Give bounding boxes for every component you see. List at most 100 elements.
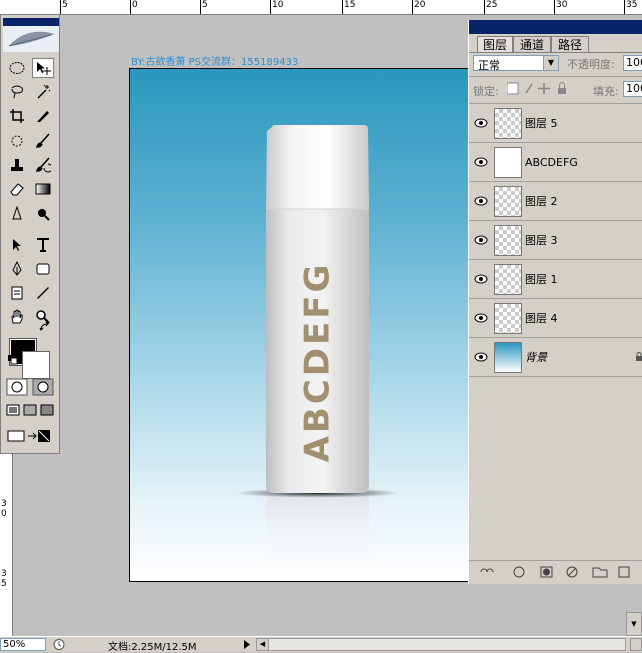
lock-transparency-icon [507,82,519,95]
layer-row[interactable]: 图层 3 [469,221,642,260]
eye-icon[interactable] [473,194,489,208]
quick-mask-toggle[interactable] [6,377,56,397]
swap-colors-icon[interactable] [39,321,51,333]
feather-logo-icon[interactable] [3,26,59,52]
new-layer-icon [618,566,630,578]
layer-thumbnail [494,147,522,178]
eye-icon[interactable] [473,272,489,286]
jump-to-imageready-button[interactable] [6,427,56,445]
status-menu-arrow-icon[interactable] [242,639,252,650]
lasso-icon [11,85,23,99]
eye-icon[interactable] [473,350,489,364]
healing-brush-tool[interactable] [6,131,28,151]
toolbox [0,14,60,454]
fill-input[interactable]: 100 [623,81,642,97]
slice-tool[interactable] [32,106,54,126]
lock-label: 锁定: [473,85,499,98]
marquee-tool[interactable] [6,58,28,78]
bottle-brand-text: ABCDEFG [297,261,338,463]
layer-thumbnail [494,264,522,295]
shape-icon [36,263,50,275]
gradient-tool[interactable] [32,179,54,199]
feather-icon [8,31,55,47]
layers-panel-titlebar[interactable] [469,20,642,34]
slice-icon [37,111,49,122]
ruler-label: 0 [1,509,7,519]
clock-icon [53,639,65,650]
move-icon [37,62,51,75]
magic-wand-tool[interactable] [32,82,54,102]
chevron-down-icon[interactable]: ▼ [543,56,558,70]
blend-mode-select[interactable]: 正常 ▼ [473,55,559,72]
eyedropper-icon [37,287,49,299]
brush-tool[interactable] [32,131,54,151]
pen-tool[interactable] [6,259,28,279]
link-layers-icon [480,568,494,573]
screen-mode-buttons[interactable] [6,402,56,420]
eye-icon[interactable] [473,233,489,247]
layer-thumbnail [494,108,522,139]
crop-tool[interactable] [6,106,28,126]
layer-actions-bar[interactable] [479,565,639,579]
type-icon [37,238,49,252]
ruler-label: 3 [1,499,7,509]
history-brush-tool[interactable] [32,155,54,175]
lasso-tool[interactable] [6,82,28,102]
lock-buttons[interactable] [507,82,571,96]
ruler-ticks [60,0,625,14]
dodge-tool[interactable] [32,204,54,224]
blend-mode-value: 正常 [478,59,500,72]
bottle-reflection [266,497,369,577]
shape-tool[interactable] [32,259,54,279]
layer-name: ABCDEFG [525,156,578,169]
lock-icon [636,352,642,361]
tab-paths[interactable]: 路径 [551,36,589,53]
layer-name: 背景 [525,351,547,364]
layer-name: 图层 2 [525,195,558,208]
layer-name: 图层 3 [525,234,558,247]
layer-row[interactable]: 图层 4 [469,299,642,338]
crop-icon [10,109,24,123]
eyedropper-tool[interactable] [32,283,54,303]
healing-icon [11,135,23,147]
layer-row[interactable]: 图层 5 [469,104,642,143]
pen-icon [12,261,22,276]
background-color-swatch[interactable] [22,351,50,379]
layer-row[interactable]: 图层 1 [469,260,642,299]
layer-thumbnail [494,186,522,217]
eye-icon[interactable] [473,155,489,169]
fill-label: 填充: [593,85,619,98]
horizontal-scrollbar[interactable]: ◀ [256,638,626,651]
lock-move-icon [538,83,550,94]
eye-icon[interactable] [473,311,489,325]
tab-layers[interactable]: 图层 [477,36,513,53]
layer-name: 图层 4 [525,312,558,325]
zoom-level-input[interactable]: 50% [0,638,46,651]
eye-icon[interactable] [473,116,489,130]
clone-stamp-tool[interactable] [6,155,28,175]
horizontal-ruler: 5 0 5 10 15 20 25 30 35 [0,0,642,15]
hand-tool[interactable] [6,307,28,327]
notes-icon [11,286,23,300]
default-colors-icon[interactable] [8,355,18,365]
eraser-tool[interactable] [6,179,28,199]
opacity-input[interactable]: 100 [623,55,642,71]
layer-style-icon [513,566,525,578]
path-selection-tool[interactable] [6,235,28,255]
tab-channels[interactable]: 通道 [513,36,551,53]
toolbox-titlebar[interactable] [3,18,59,26]
document-canvas[interactable]: ABCDEFG [129,68,471,582]
scroll-left-icon[interactable]: ◀ [257,639,269,650]
layers-panel: 图层 通道 路径 正常 ▼ 不透明度: 100 锁定: 填充: 100 图层 5… [468,20,642,584]
blur-tool[interactable] [6,204,28,224]
notes-tool[interactable] [6,283,28,303]
layer-row[interactable]: 背景 [469,338,642,377]
magic-wand-icon [37,84,51,99]
layer-row[interactable]: ABCDEFG [469,143,642,182]
move-tool[interactable] [32,58,54,78]
layer-thumbnail [494,225,522,256]
type-tool[interactable] [32,235,54,255]
scroll-down-icon[interactable]: ▼ [626,612,642,636]
path-select-icon [13,239,21,251]
layer-row[interactable]: 图层 2 [469,182,642,221]
